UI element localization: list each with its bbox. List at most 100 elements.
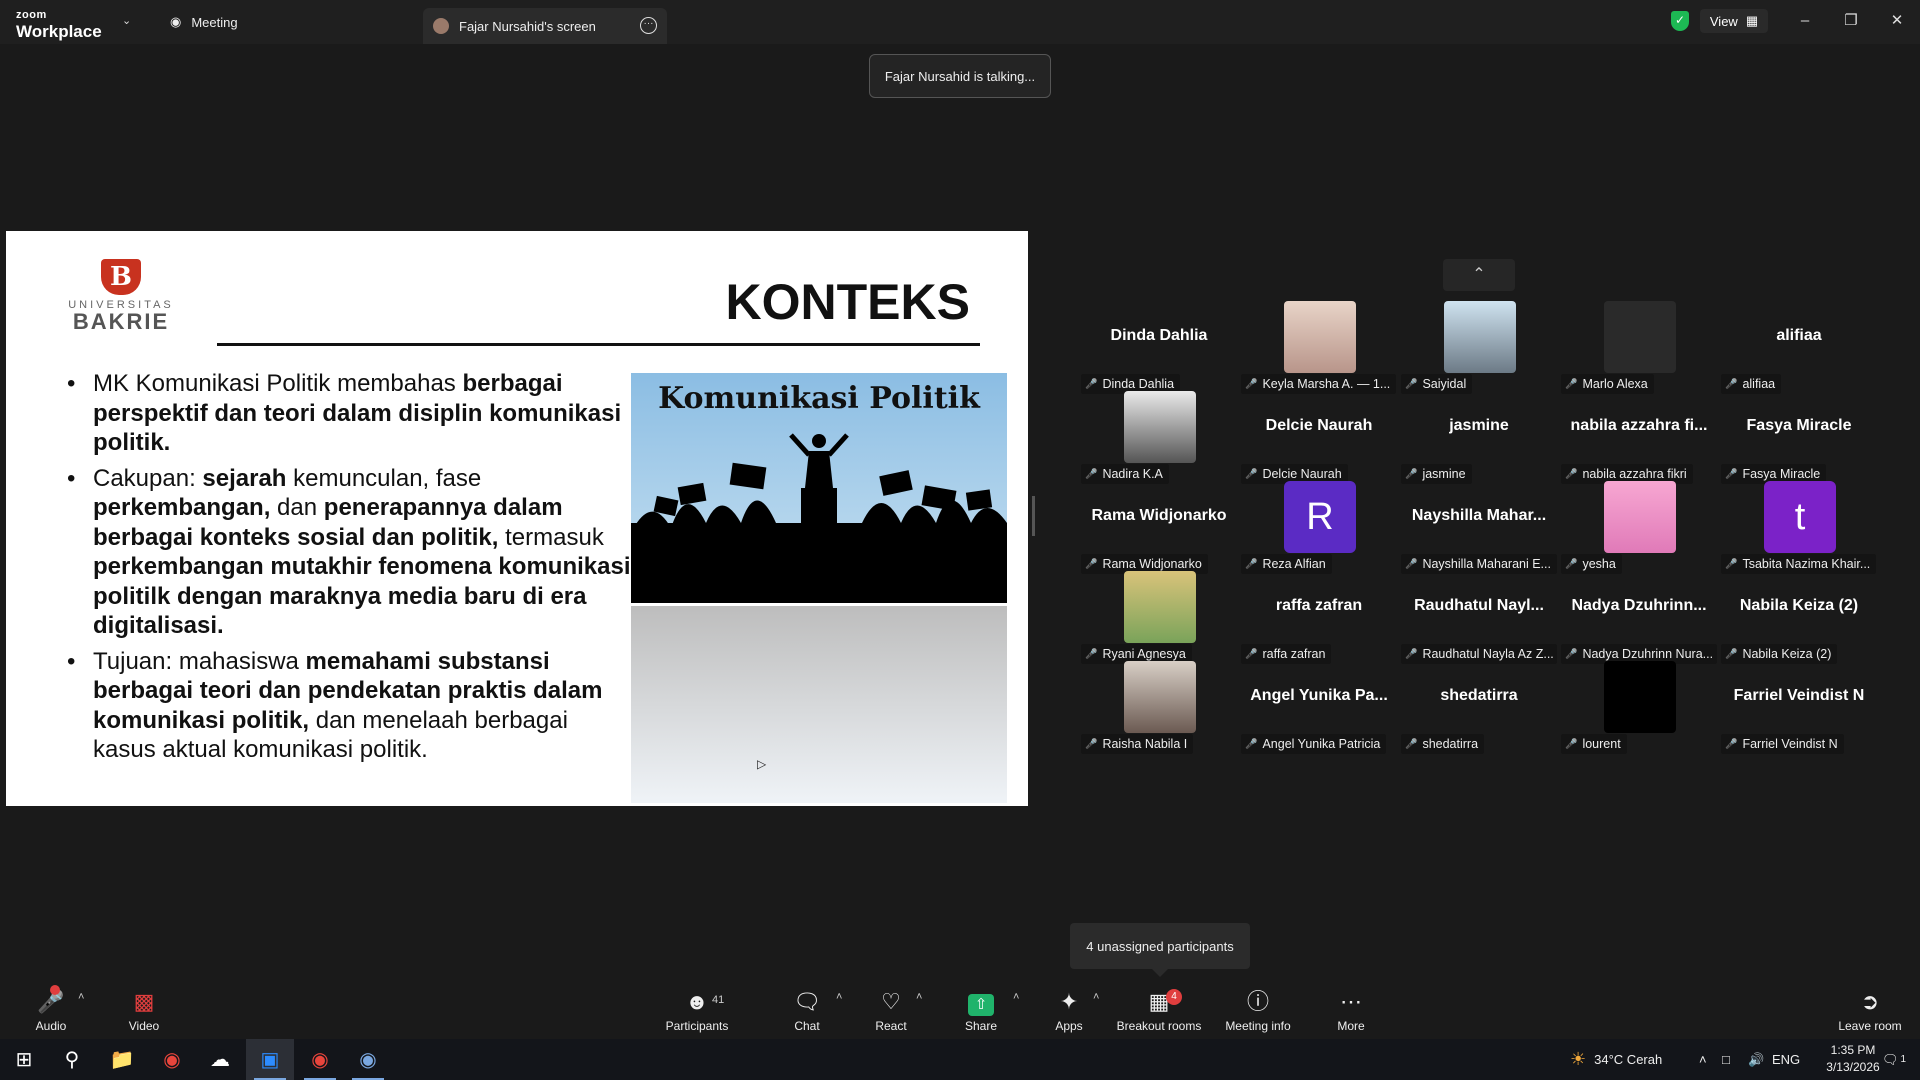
react-label: React — [875, 1019, 907, 1033]
participant-tile[interactable]: 🎤 Nadira K.A — [1081, 391, 1237, 484]
logo-bottom-text: Workplace — [16, 22, 102, 41]
video-button[interactable]: ▩ Video — [99, 981, 189, 1039]
participant-tile[interactable]: Farriel Veindist N 🎤 Farriel Veindist N — [1721, 661, 1877, 754]
participant-tile[interactable]: 🎤 yesha — [1561, 481, 1717, 574]
participant-name-label: 🎤 Farriel Veindist N — [1721, 734, 1844, 754]
participant-tile[interactable]: R 🎤 Reza Alfian — [1241, 481, 1397, 574]
minimize-icon[interactable]: – — [1790, 8, 1820, 34]
tray-overflow-icon[interactable]: ˄ — [1699, 1039, 1707, 1080]
participant-name: Marlo Alexa — [1582, 377, 1648, 391]
mic-muted-icon: 🎤 — [1245, 738, 1258, 750]
file-explorer-icon[interactable]: 📁 — [98, 1039, 146, 1080]
participant-tile[interactable]: Dinda Dahlia 🎤 Dinda Dahlia — [1081, 301, 1237, 394]
system-clock[interactable]: 1:35 PM 3/13/2026 — [1818, 1042, 1888, 1076]
more-options-icon[interactable]: ··· — [640, 17, 657, 34]
participant-tile[interactable]: Nabila Keiza (2) 🎤 Nabila Keiza (2) — [1721, 571, 1877, 664]
participant-tile[interactable]: alifiaa 🎤 alifiaa — [1721, 301, 1877, 394]
volume-icon[interactable]: 🔊 — [1748, 1039, 1764, 1080]
participant-tile[interactable]: 🎤 lourent — [1561, 661, 1717, 754]
close-icon[interactable]: ✕ — [1882, 8, 1912, 34]
mic-muted-icon: 🎤 — [1725, 468, 1738, 480]
share-options-caret[interactable]: ˄ — [1013, 991, 1019, 1003]
politics-illustration: Komunikasi Politik — [631, 373, 1007, 803]
participant-display-name: alifiaa — [1776, 327, 1822, 344]
share-button[interactable]: ⇧ Share — [936, 981, 1026, 1039]
participant-name: Dinda Dahlia — [1102, 377, 1175, 391]
restore-icon[interactable]: ❐ — [1836, 8, 1866, 34]
chrome-profile-icon[interactable]: ◉ — [296, 1039, 344, 1080]
participant-tile[interactable]: Nadya Dzuhrinn... 🎤 Nadya Dzuhrinn Nura... — [1561, 571, 1717, 664]
network-icon[interactable]: □ — [1722, 1039, 1730, 1080]
university-logo: B UNIVERSITAS BAKRIE — [61, 259, 181, 333]
unassigned-participants-tooltip[interactable]: 4 unassigned participants — [1070, 923, 1250, 977]
chevron-up-icon[interactable]: ⌃ — [1443, 259, 1515, 291]
participant-tile[interactable]: shedatirra 🎤 shedatirra — [1401, 661, 1557, 754]
chat-button[interactable]: 🗨 Chat — [762, 981, 852, 1039]
mic-muted-icon: 🎤 — [1245, 558, 1258, 570]
participant-tile[interactable]: Nayshilla Mahar... 🎤 Nayshilla Maharani E.… — [1401, 481, 1557, 574]
meeting-info-button[interactable]: ⓘ Meeting info — [1213, 981, 1303, 1039]
participant-tile[interactable]: Rama Widjonarko 🎤 Rama Widjonarko — [1081, 481, 1237, 574]
participant-display-name: Rama Widjonarko — [1091, 507, 1227, 524]
participant-tile[interactable]: jasmine 🎤 jasmine — [1401, 391, 1557, 484]
view-button[interactable]: View ▦ — [1700, 9, 1768, 33]
crowd-silhouette-icon — [631, 433, 1007, 603]
search-icon[interactable]: ⚲ — [48, 1039, 96, 1080]
participant-name: lourent — [1582, 737, 1621, 751]
react-heart-icon: ♡ — [881, 989, 901, 1014]
participant-tile[interactable]: 🎤 Raisha Nabila I — [1081, 661, 1237, 754]
audio-options-caret[interactable]: ˄ — [78, 991, 84, 1003]
participant-tile[interactable]: nabila azzahra fi... 🎤 nabila azzahra fikr… — [1561, 391, 1717, 484]
chat-label: Chat — [794, 1019, 820, 1033]
participant-tile[interactable]: 🎤 Marlo Alexa — [1561, 301, 1717, 394]
participant-tile[interactable]: t 🎤 Tsabita Nazima Khair... — [1721, 481, 1877, 574]
more-button[interactable]: ⋯ More — [1306, 981, 1396, 1039]
chevron-down-icon[interactable]: ⌄ — [122, 14, 131, 27]
apps-options-caret[interactable]: ˄ — [1093, 991, 1099, 1003]
participant-tile[interactable]: 🎤 Ryani Agnesya — [1081, 571, 1237, 664]
weather-widget[interactable]: ☀ 34°C Cerah — [1570, 1039, 1662, 1080]
react-options-caret[interactable]: ˄ — [916, 991, 922, 1003]
participant-tile[interactable]: raffa zafran 🎤 raffa zafran — [1241, 571, 1397, 664]
notification-icon[interactable]: 🗨 1 — [1882, 1039, 1906, 1080]
mouse-cursor-icon: ▷ — [757, 757, 767, 771]
language-indicator[interactable]: ENG — [1772, 1039, 1800, 1080]
mic-muted-icon: 🎤 — [1405, 558, 1418, 570]
participant-tile[interactable]: 🎤 Keyla Marsha A. — 1... — [1241, 301, 1397, 394]
mic-muted-icon: 🎤 — [1725, 738, 1738, 750]
slide-title: KONTEKS — [725, 274, 970, 330]
participant-name: shedatirra — [1422, 737, 1479, 751]
windows-start-icon[interactable]: ⊞ — [0, 1039, 48, 1080]
illustration-top: Komunikasi Politik — [631, 373, 1007, 603]
participant-name: Reza Alfian — [1262, 557, 1326, 571]
bullet-item: MK Komunikasi Politik membahas berbagai … — [61, 369, 631, 458]
camera-app-icon[interactable]: ◉ — [344, 1039, 392, 1080]
clock-date: 3/13/2026 — [1826, 1060, 1880, 1074]
grid-icon: ▦ — [1745, 13, 1759, 28]
participant-tile[interactable]: Raudhatul Nayl... 🎤 Raudhatul Nayla Az Z..… — [1401, 571, 1557, 664]
tab-shared-screen[interactable]: Fajar Nursahid's screen ··· — [423, 8, 667, 44]
mic-muted-icon: 🎤 — [1085, 378, 1098, 390]
mic-muted-icon: 🎤 — [1565, 738, 1578, 750]
security-shield-icon[interactable]: ✓ — [1671, 11, 1689, 31]
participant-tile[interactable]: Angel Yunika Pa... 🎤 Angel Yunika Patricia — [1241, 661, 1397, 754]
tab-meeting[interactable]: ◉ Meeting — [170, 0, 238, 44]
zoom-taskbar-icon[interactable]: ▣ — [246, 1039, 294, 1080]
react-button[interactable]: ♡ React — [846, 981, 936, 1039]
chat-options-caret[interactable]: ˄ — [836, 991, 842, 1003]
apps-button[interactable]: ✦ Apps — [1024, 981, 1114, 1039]
chrome-icon[interactable]: ◉ — [148, 1039, 196, 1080]
split-view-divider[interactable] — [1032, 496, 1035, 536]
app-icon[interactable]: ☁ — [196, 1039, 244, 1080]
mic-muted-icon: 🎤 — [1405, 468, 1418, 480]
clock-time: 1:35 PM — [1830, 1043, 1876, 1057]
breakout-rooms-button[interactable]: ▦ Breakout rooms — [1114, 981, 1204, 1039]
participants-button[interactable]: ☻ Participants — [652, 981, 742, 1039]
participant-tile[interactable]: 🎤 Saiyidal — [1401, 301, 1557, 394]
participant-tile[interactable]: Fasya Miracle 🎤 Fasya Miracle — [1721, 391, 1877, 484]
logo-top-text: zoom — [16, 9, 47, 21]
mic-muted-icon: 🎤 — [1245, 468, 1258, 480]
more-icon: ⋯ — [1340, 989, 1362, 1014]
leave-room-button[interactable]: ➲ Leave room — [1825, 981, 1915, 1039]
participant-tile[interactable]: Delcie Naurah 🎤 Delcie Naurah — [1241, 391, 1397, 484]
